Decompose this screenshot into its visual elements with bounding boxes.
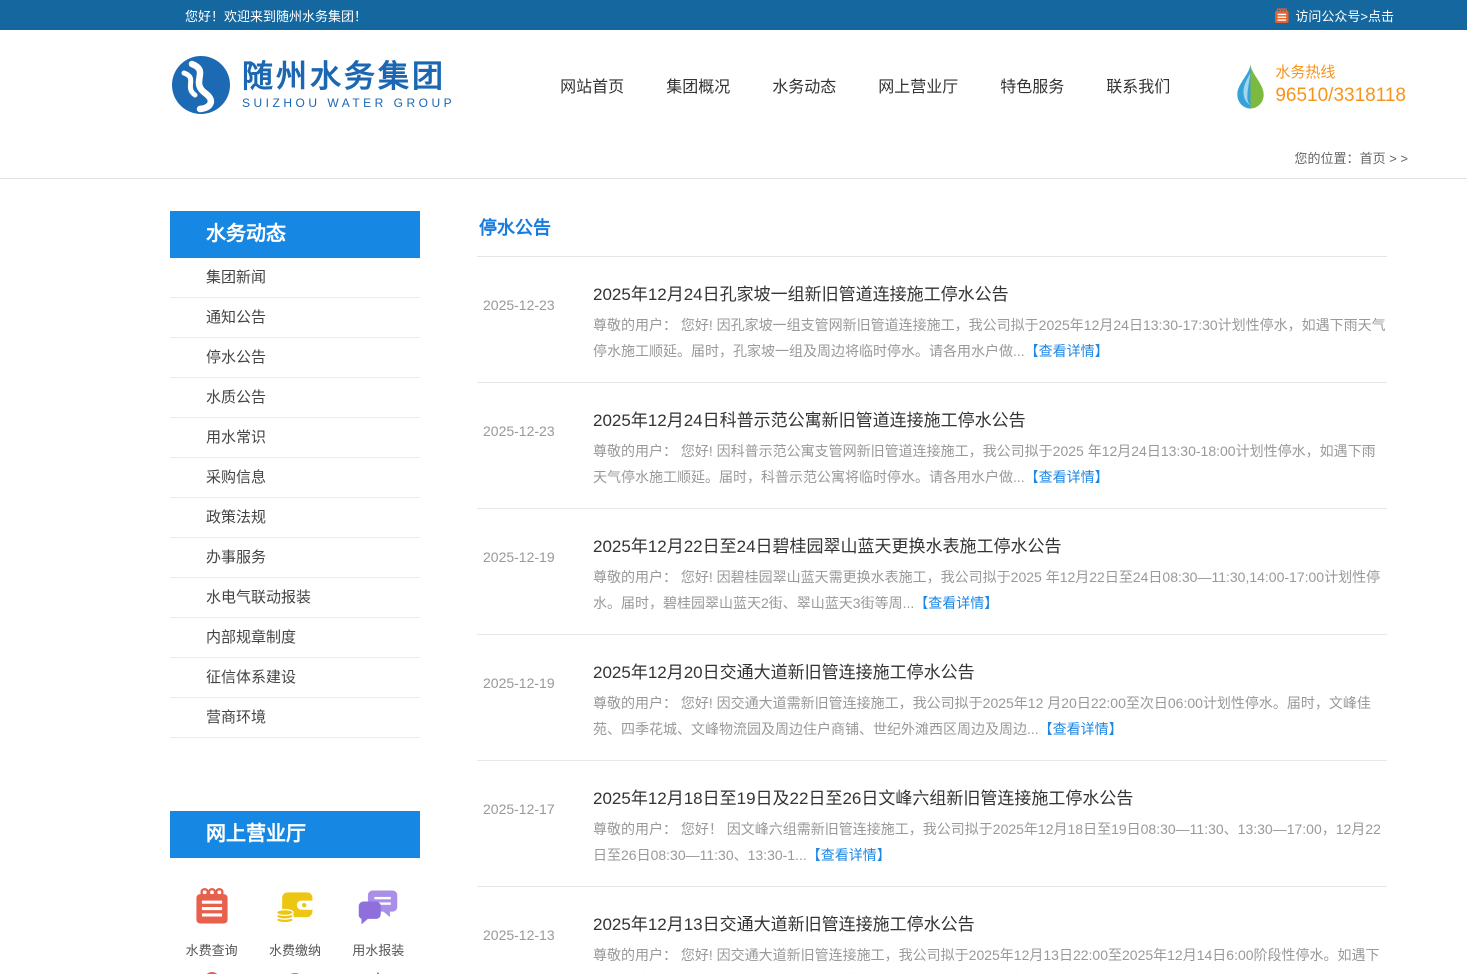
detail-link[interactable]: 【查看详情】	[914, 595, 998, 611]
content: 水务动态 集团新闻通知公告停水公告水质公告用水常识采购信息政策法规办事服务水电气…	[170, 211, 1410, 974]
detail-link[interactable]: 【查看详情】	[1025, 469, 1109, 485]
water-drop-icon	[1234, 58, 1267, 113]
breadcrumb-trail: > >	[1389, 151, 1408, 166]
page-title: 停水公告	[477, 211, 1387, 257]
notice-date: 2025-12-23	[477, 409, 593, 508]
sidebar-item[interactable]: 通知公告	[170, 298, 420, 338]
breadcrumb-row: 您的位置：首页 > >	[0, 140, 1467, 179]
sidebar-news-header: 水务动态	[170, 211, 420, 258]
sidebar-item[interactable]: 营商环境	[170, 698, 420, 738]
notice-date: 2025-12-13	[477, 913, 593, 974]
notice-date: 2025-12-17	[477, 787, 593, 886]
notice-title[interactable]: 2025年12月24日科普示范公寓新旧管道连接施工停水公告	[593, 409, 1387, 433]
notice-summary: 尊敬的用户： 您好! 因孔家坡一组支管网新旧管道连接施工，我公司拟于2025年1…	[593, 312, 1387, 364]
main-nav: 网站首页 集团概况 水务动态 网上营业厅 特色服务 联系我们	[560, 73, 1170, 97]
nav-item[interactable]: 网站首页	[560, 73, 624, 97]
hall-item-water-fee-query[interactable]: 水费查询	[170, 885, 253, 959]
calendar-icon	[1273, 7, 1290, 24]
notice-summary: 尊敬的用户： 您好！ 因文峰六组需新旧管连接施工，我公司拟于2025年12月18…	[593, 816, 1387, 868]
notice-summary: 尊敬的用户： 您好! 因碧桂园翠山蓝天需更换水表施工，我公司拟于2025 年12…	[593, 564, 1387, 616]
logo-icon	[170, 54, 232, 116]
nav-item[interactable]: 水务动态	[772, 73, 836, 97]
sidebar-item[interactable]: 政策法规	[170, 498, 420, 538]
sidebar-news-menu: 集团新闻通知公告停水公告水质公告用水常识采购信息政策法规办事服务水电气联动报装内…	[170, 258, 420, 738]
hall-item-water-install[interactable]: 用水报装	[337, 885, 420, 959]
topbar: 您好！欢迎来到随州水务集团！ 访问公众号>点击	[0, 0, 1467, 30]
nav-item[interactable]: 网上营业厅	[878, 73, 958, 97]
hall-item-label: 用水报装	[352, 940, 404, 959]
sidebar-item[interactable]: 办事服务	[170, 538, 420, 578]
hotline: 水务热线 96510/3318118	[1234, 58, 1410, 113]
notice-item[interactable]: 2025-12-19 2025年12月22日至24日碧桂园翠山蓝天更换水表施工停…	[477, 509, 1387, 635]
notepad-icon	[190, 885, 234, 929]
notice-summary: 尊敬的用户： 您好! 因交通大道需新旧管连接施工，我公司拟于2025年12 月2…	[593, 690, 1387, 742]
sidebar-item[interactable]: 水质公告	[170, 378, 420, 418]
welcome-text: 您好！欢迎来到随州水务集团！	[185, 6, 367, 25]
notice-summary: 尊敬的用户： 您好! 因科普示范公寓支管网新旧管道连接施工，我公司拟于2025 …	[593, 438, 1387, 490]
notice-date: 2025-12-19	[477, 535, 593, 634]
main-panel: 停水公告 2025-12-23 2025年12月24日孔家坡一组新旧管道连接施工…	[477, 211, 1410, 974]
nav-item[interactable]: 集团概况	[666, 73, 730, 97]
logo[interactable]: 随州水务集团 SUIZHOU WATER GROUP	[170, 54, 455, 116]
sidebar-item[interactable]: 采购信息	[170, 458, 420, 498]
public-account-label: 访问公众号>点击	[1295, 6, 1394, 25]
sidebar-item[interactable]: 集团新闻	[170, 258, 420, 298]
wallet-icon	[273, 885, 317, 929]
notice-title[interactable]: 2025年12月18日至19日及22日至26日文峰六组新旧管连接施工停水公告	[593, 787, 1387, 811]
notice-summary: 尊敬的用户： 您好! 因交通大道新旧管连接施工，我公司拟于2025年12月13日…	[593, 942, 1387, 974]
detail-link[interactable]: 【查看详情】	[1025, 343, 1109, 359]
hotline-number: 96510/3318118	[1275, 84, 1406, 108]
breadcrumb: 您的位置：首页 > >	[170, 140, 1410, 178]
header: 随州水务集团 SUIZHOU WATER GROUP 网站首页集团概况水务动态网…	[0, 30, 1467, 140]
notice-title[interactable]: 2025年12月20日交通大道新旧管连接施工停水公告	[593, 661, 1387, 685]
notice-list: 2025-12-23 2025年12月24日孔家坡一组新旧管道连接施工停水公告 …	[477, 257, 1387, 974]
notice-item[interactable]: 2025-12-17 2025年12月18日至19日及22日至26日文峰六组新旧…	[477, 761, 1387, 887]
nav-item[interactable]: 联系我们	[1106, 73, 1170, 97]
detail-link[interactable]: 【查看详情】	[807, 847, 891, 863]
sidebar-item[interactable]: 水电气联动报装	[170, 578, 420, 618]
logo-title: 随州水务集团	[242, 60, 455, 94]
notice-title[interactable]: 2025年12月22日至24日碧桂园翠山蓝天更换水表施工停水公告	[593, 535, 1387, 559]
notice-item[interactable]: 2025-12-23 2025年12月24日孔家坡一组新旧管道连接施工停水公告 …	[477, 257, 1387, 383]
detail-link[interactable]: 【查看详情】	[1039, 721, 1123, 737]
sidebar: 水务动态 集团新闻通知公告停水公告水质公告用水常识采购信息政策法规办事服务水电气…	[170, 211, 420, 974]
sidebar-item[interactable]: 征信体系建设	[170, 658, 420, 698]
nav-item[interactable]: 特色服务	[1000, 73, 1064, 97]
hotline-label: 水务热线	[1275, 62, 1406, 84]
breadcrumb-label: 您的位置：	[1295, 151, 1360, 166]
notice-item[interactable]: 2025-12-13 2025年12月13日交通大道新旧管连接施工停水公告 尊敬…	[477, 887, 1387, 974]
public-account-link[interactable]: 访问公众号>点击	[1273, 6, 1394, 25]
notice-title[interactable]: 2025年12月24日孔家坡一组新旧管道连接施工停水公告	[593, 283, 1387, 307]
breadcrumb-home-link[interactable]: 首页	[1360, 151, 1386, 166]
notice-date: 2025-12-19	[477, 661, 593, 760]
hall-item-water-fee-pay[interactable]: 水费缴纳	[253, 885, 336, 959]
hall-item-label: 水费缴纳	[269, 940, 321, 959]
notice-item[interactable]: 2025-12-23 2025年12月24日科普示范公寓新旧管道连接施工停水公告…	[477, 383, 1387, 509]
chat-icon	[356, 885, 400, 929]
sidebar-item[interactable]: 用水常识	[170, 418, 420, 458]
sidebar-item[interactable]: 内部规章制度	[170, 618, 420, 658]
notice-title[interactable]: 2025年12月13日交通大道新旧管连接施工停水公告	[593, 913, 1387, 937]
hall-item-label: 水费查询	[186, 940, 238, 959]
notice-item[interactable]: 2025-12-19 2025年12月20日交通大道新旧管连接施工停水公告 尊敬…	[477, 635, 1387, 761]
sidebar-hall-header: 网上营业厅	[170, 811, 420, 858]
notice-date: 2025-12-23	[477, 283, 593, 382]
sidebar-item[interactable]: 停水公告	[170, 338, 420, 378]
hall-grid: 水费查询 水费缴纳	[170, 858, 420, 959]
logo-subtitle: SUIZHOU WATER GROUP	[242, 96, 455, 110]
